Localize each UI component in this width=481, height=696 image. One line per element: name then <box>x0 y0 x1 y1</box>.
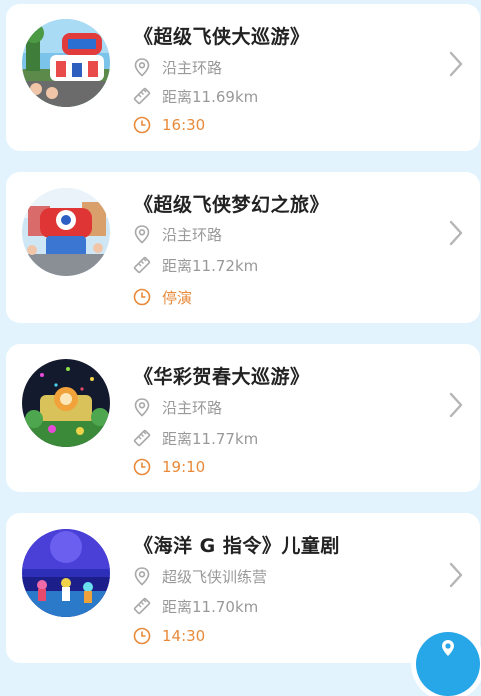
distance-text: 距离11.69km <box>162 87 259 106</box>
time-row: 16:30 <box>132 114 205 136</box>
map-pin-icon <box>134 225 150 244</box>
location-row: 沿主环路 <box>132 396 222 418</box>
show-title: 《华彩贺春大巡游》 <box>134 366 310 388</box>
show-card[interactable]: 《超级飞侠梦幻之旅》 沿主环路 距离11.72km 停演 <box>6 172 480 323</box>
clock-icon <box>133 116 151 134</box>
navigation-fab-button[interactable] <box>416 632 480 696</box>
show-title: 《超级飞侠梦幻之旅》 <box>134 194 330 216</box>
ruler-icon <box>133 429 151 447</box>
clock-icon <box>133 288 151 306</box>
distance-row: 距离11.69km <box>132 85 258 107</box>
distance-text: 距离11.77km <box>162 429 259 448</box>
time-row: 停演 <box>132 286 192 308</box>
time-row: 14:30 <box>132 625 205 647</box>
time-text: 14:30 <box>162 627 206 645</box>
show-card[interactable]: 《海洋 G 指令》儿童剧 超级飞侠训练营 距离11.70km 14:30 <box>6 513 480 663</box>
location-text: 沿主环路 <box>162 398 223 417</box>
ruler-icon <box>133 597 151 615</box>
show-title: 《海洋 G 指令》儿童剧 <box>134 535 340 557</box>
distance-row: 距离11.70km <box>132 595 258 617</box>
chevron-right-icon[interactable] <box>446 391 466 419</box>
clock-icon <box>133 458 151 476</box>
show-title: 《超级飞侠大巡游》 <box>134 26 310 48</box>
show-thumbnail <box>22 359 110 447</box>
show-card[interactable]: 《超级飞侠大巡游》 沿主环路 距离11.69km 16:30 <box>6 4 480 151</box>
navigation-icon <box>442 640 454 656</box>
chevron-right-icon[interactable] <box>446 219 466 247</box>
chevron-right-icon[interactable] <box>446 561 466 589</box>
location-text: 沿主环路 <box>162 58 223 77</box>
location-row: 超级飞侠训练营 <box>132 565 267 587</box>
location-text: 沿主环路 <box>162 225 223 244</box>
time-text: 停演 <box>162 288 193 307</box>
distance-row: 距离11.72km <box>132 254 258 276</box>
show-thumbnail <box>22 529 110 617</box>
show-list: 《超级飞侠大巡游》 沿主环路 距离11.69km 16:30 《超级飞侠梦幻之旅… <box>0 0 481 663</box>
show-card[interactable]: 《华彩贺春大巡游》 沿主环路 距离11.77km 19:10 <box>6 344 480 492</box>
map-pin-icon <box>134 567 150 586</box>
ruler-icon <box>133 87 151 105</box>
location-row: 沿主环路 <box>132 56 222 78</box>
time-text: 19:10 <box>162 458 206 476</box>
distance-row: 距离11.77km <box>132 427 258 449</box>
distance-text: 距离11.72km <box>162 256 259 275</box>
time-row: 19:10 <box>132 456 205 478</box>
map-pin-icon <box>134 58 150 77</box>
location-text: 超级飞侠训练营 <box>162 567 268 586</box>
ruler-icon <box>133 256 151 274</box>
map-pin-icon <box>134 398 150 417</box>
clock-icon <box>133 627 151 645</box>
chevron-right-icon[interactable] <box>446 50 466 78</box>
show-thumbnail <box>22 188 110 276</box>
distance-text: 距离11.70km <box>162 597 259 616</box>
show-thumbnail <box>22 19 110 107</box>
time-text: 16:30 <box>162 116 206 134</box>
location-row: 沿主环路 <box>132 223 222 245</box>
